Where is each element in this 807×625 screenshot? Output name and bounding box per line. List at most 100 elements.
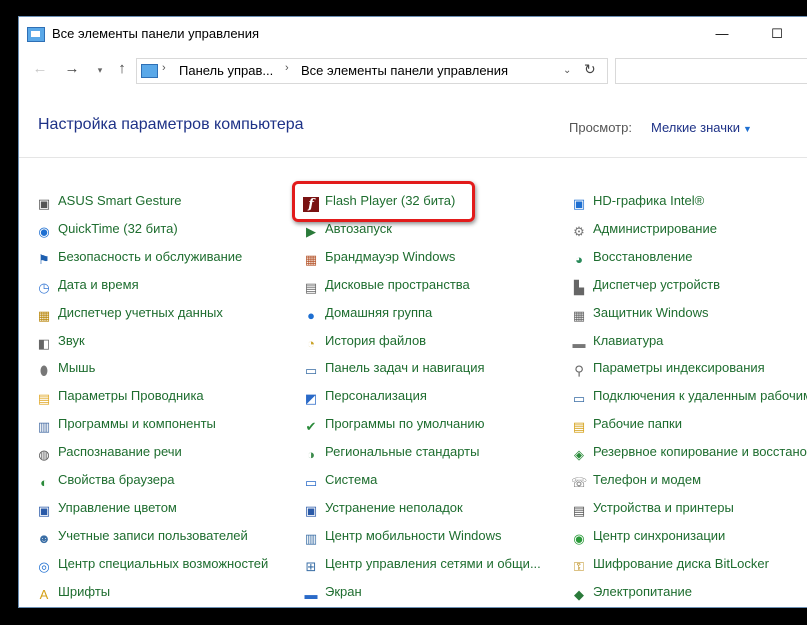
control-panel-item-label: Автозапуск (325, 220, 392, 236)
control-panel-item[interactable]: ▤ Дисковые пространства (303, 274, 558, 296)
default-programs-icon: ✔ (305, 419, 317, 435)
control-panel-item[interactable]: ☏ Телефон и модем (571, 469, 807, 491)
view-mode-dropdown[interactable]: Мелкие значки ▼ (651, 120, 752, 135)
control-panel-item[interactable]: ◷ Дата и время (36, 274, 286, 296)
control-panel-window: Все элементы панели управления — ☐ ← → ▾… (18, 16, 807, 608)
accessibility-icon: ◎ (38, 558, 50, 574)
control-panel-item[interactable]: ◎ Центр специальных возможностей (36, 553, 286, 575)
control-panel-item-label: Центр специальных возможностей (58, 555, 269, 571)
control-panel-item-label: Клавиатура (593, 332, 664, 348)
search-input[interactable] (615, 58, 807, 84)
control-panel-item[interactable]: ▦ Диспетчер учетных данных (36, 302, 286, 324)
control-panel-item-label: Диспетчер учетных данных (58, 304, 223, 320)
phone-modem-icon: ☏ (571, 475, 588, 490)
internet-options-icon: ◐ (40, 475, 48, 490)
control-panel-item[interactable]: ▦ Защитник Windows (571, 302, 807, 324)
control-panel-item[interactable]: ◉ Центр синхронизации (571, 525, 807, 547)
minimize-button[interactable]: — (699, 17, 745, 51)
control-panel-item[interactable]: ▣ Устранение неполадок (303, 497, 558, 519)
control-panel-item[interactable]: ⚿ Шифрование диска BitLocker (571, 553, 807, 575)
control-panel-item[interactable]: A Шрифты (36, 581, 286, 603)
control-panel-item-label: Центр синхронизации (593, 527, 726, 543)
control-panel-item[interactable]: ▤ Устройства и принтеры (571, 497, 807, 519)
control-panel-item[interactable]: ⚑ Безопасность и обслуживание (36, 246, 286, 268)
control-panel-item-label: Восстановление (593, 248, 693, 264)
control-panel-item[interactable]: ▣ HD-графика Intel® (571, 190, 807, 212)
breadcrumb-control-panel[interactable]: Панель управ... (179, 63, 273, 78)
control-panel-item[interactable]: ◩ Персонализация (303, 385, 558, 407)
control-panel-item[interactable]: ▣ Управление цветом (36, 497, 286, 519)
control-panel-item[interactable]: ◧ Звук (36, 330, 286, 352)
control-panel-item-label: Диспетчер устройств (593, 276, 721, 292)
breadcrumb-separator-icon[interactable]: › (285, 62, 289, 74)
microphone-icon: ◍ (38, 447, 50, 463)
network-icon: ⊞ (305, 558, 317, 574)
refresh-icon[interactable]: ↻ (584, 61, 596, 78)
control-panel-item-label: Защитник Windows (593, 304, 709, 320)
control-panel-item[interactable]: ▣ ASUS Smart Gesture (36, 190, 286, 212)
control-panel-item[interactable]: ▭ Подключения к удаленным рабочим столам (571, 385, 807, 407)
control-panel-item[interactable]: ● Домашняя группа (303, 302, 558, 324)
control-panel-item-label: Звук (58, 332, 85, 348)
control-panel-item[interactable]: ◆ Электропитание (571, 581, 807, 603)
address-dropdown-icon[interactable]: ⌄ (563, 65, 571, 76)
control-panel-item[interactable]: ⊞ Центр управления сетями и общи... (303, 553, 558, 575)
control-panel-item[interactable]: ▭ Панель задач и навигация (303, 357, 558, 379)
control-panel-item[interactable]: ◕ Восстановление (571, 246, 807, 268)
maximize-button[interactable]: ☐ (754, 17, 800, 51)
control-panel-item[interactable]: ▦ Брандмауэр Windows (303, 246, 558, 268)
backup-icon: ◈ (574, 447, 584, 463)
color-management-icon: ▣ (37, 502, 51, 518)
control-panel-item-label: Подключения к удаленным рабочим столам (593, 388, 807, 404)
control-panel-item[interactable]: ▬ Экран (303, 581, 558, 603)
control-panel-item-label: Безопасность и обслуживание (58, 248, 243, 264)
display-icon: ▬ (304, 586, 318, 602)
vault-icon: ▦ (37, 307, 51, 323)
control-panel-item-label: Электропитание (593, 583, 692, 599)
control-panel-item[interactable]: ◍ Распознавание речи (36, 441, 286, 463)
control-panel-item[interactable]: ☻ Учетные записи пользователей (36, 525, 286, 547)
breadcrumb-all-items[interactable]: Все элементы панели управления (301, 63, 508, 78)
control-panel-item[interactable]: ◉ QuickTime (32 бита) (36, 218, 286, 240)
remote-desktop-icon: ▭ (572, 391, 586, 407)
flash-player-highlight (292, 181, 475, 222)
control-panel-item-label: Рабочие папки (593, 416, 682, 432)
control-panel-item[interactable]: ◐ Свойства браузера (36, 469, 286, 491)
window-title: Все элементы панели управления (52, 26, 260, 41)
control-panel-item[interactable]: ◔ История файлов (303, 330, 558, 352)
control-panel-item-label: Региональные стандарты (325, 444, 480, 460)
homegroup-icon: ● (307, 307, 315, 323)
control-panel-item[interactable]: ⚙ Администрирование (571, 218, 807, 240)
control-panel-item[interactable]: ⬮ Мышь (36, 357, 286, 379)
control-panel-item[interactable]: ▥ Программы и компоненты (36, 413, 286, 435)
control-panel-item-label: Устройства и принтеры (593, 499, 734, 515)
forward-arrow-icon[interactable]: → (63, 60, 81, 77)
control-panel-item[interactable]: ▥ Центр мобильности Windows (303, 525, 558, 547)
control-panel-item-label: Учетные записи пользователей (58, 527, 248, 543)
control-panel-item[interactable]: ✔ Программы по умолчанию (303, 413, 558, 435)
control-panel-icon (141, 64, 158, 78)
address-bar[interactable]: › Панель управ... › Все элементы панели … (136, 58, 608, 84)
control-panel-item-label: Мышь (58, 360, 96, 376)
control-panel-item[interactable]: ▙ Диспетчер устройств (571, 274, 807, 296)
control-panel-item[interactable]: ▤ Параметры Проводника (36, 385, 286, 407)
recent-locations-chevron-icon[interactable]: ▾ (91, 65, 109, 76)
up-arrow-icon[interactable]: ↑ (113, 60, 131, 77)
back-arrow-icon[interactable]: ← (31, 60, 49, 77)
fonts-icon: A (39, 586, 49, 602)
control-panel-item[interactable]: ⚲ Параметры индексирования (571, 357, 807, 379)
control-panel-item-label: Резервное копирование и восстановление (593, 444, 807, 460)
troubleshooting-icon: ▣ (304, 502, 318, 518)
control-panel-item[interactable]: ▬ Клавиатура (571, 330, 807, 352)
navigation-bar: ← → ▾ ↑ › Панель управ... › Все элементы… (19, 57, 807, 85)
control-panel-item-label: Брандмауэр Windows (325, 248, 456, 264)
breadcrumb-separator-icon[interactable]: › (162, 62, 166, 74)
keyboard-icon: ▬ (572, 335, 586, 351)
quicktime-icon: ◉ (38, 223, 50, 239)
page-title: Настройка параметров компьютера (38, 116, 304, 133)
control-panel-item[interactable]: ▭ Система (303, 469, 558, 491)
control-panel-item[interactable]: ▤ Рабочие папки (571, 413, 807, 435)
control-panel-item[interactable]: ◑ Региональные стандарты (303, 441, 558, 463)
control-panel-item[interactable]: ◈ Резервное копирование и восстановление (571, 441, 807, 463)
control-panel-item-label: Панель задач и навигация (325, 360, 485, 376)
